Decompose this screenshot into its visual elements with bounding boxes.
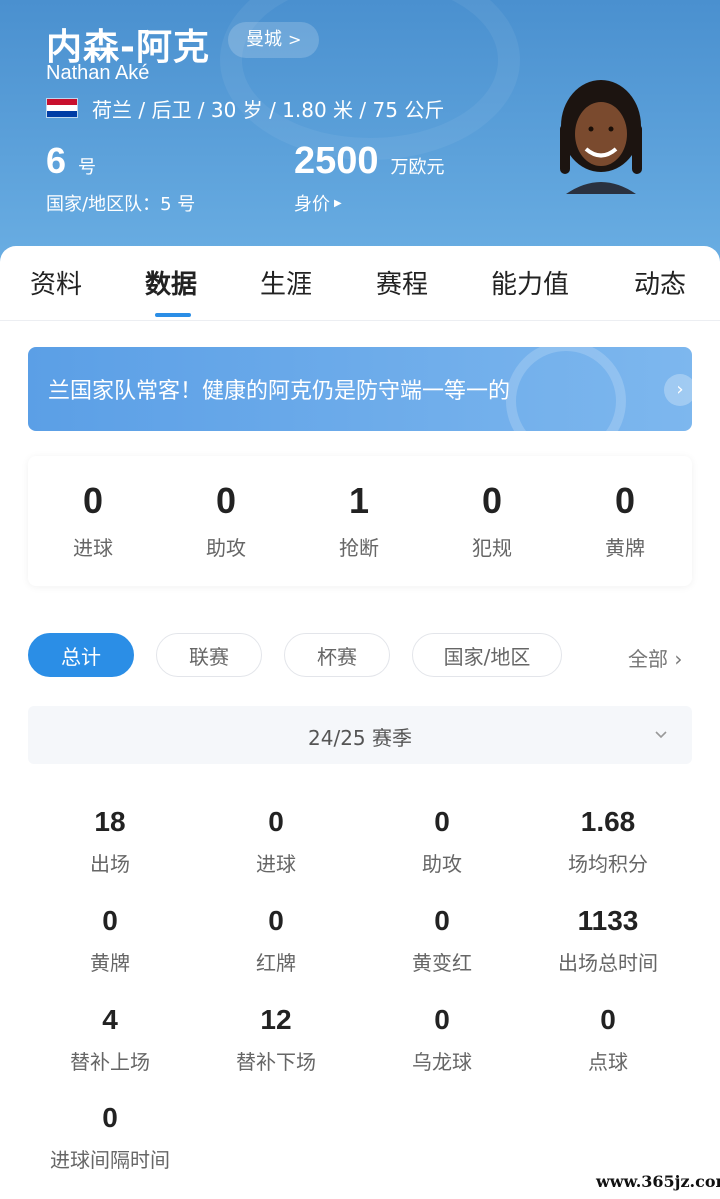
stat-item: 1.68 场均积分 xyxy=(525,806,691,877)
stat-label: 黄牌 xyxy=(90,951,130,975)
player-header: 内森-阿克 曼城 > Nathan Aké 荷兰 / 后卫 / 30 岁 / 1… xyxy=(0,0,720,268)
news-banner[interactable]: 兰国家队常客！健康的阿克仍是防守端一等一的 › xyxy=(28,347,692,431)
summary-item: 0 进球 xyxy=(33,480,153,561)
chevron-right-icon: > xyxy=(288,30,302,49)
summary-value: 0 xyxy=(614,480,636,521)
stat-label: 乌龙球 xyxy=(412,1050,472,1074)
chevron-right-icon[interactable]: › xyxy=(664,374,692,406)
stat-value: 1133 xyxy=(577,905,639,936)
shirt-number-value: 6 xyxy=(46,140,67,181)
stat-item: 0 进球间隔时间 xyxy=(27,1102,193,1173)
summary-value: 0 xyxy=(481,480,503,521)
market-value: 2500 万欧元 xyxy=(294,140,445,183)
summary-item: 0 犯规 xyxy=(432,480,552,561)
stat-value: 12 xyxy=(260,1004,292,1035)
stat-item: 0 点球 xyxy=(525,1004,691,1075)
player-name-english: Nathan Aké xyxy=(46,62,150,84)
stat-label: 进球 xyxy=(256,852,296,876)
stat-item: 0 进球 xyxy=(193,806,359,877)
stat-value: 0 xyxy=(102,1102,118,1133)
stat-label: 助攻 xyxy=(422,852,462,876)
stat-label: 点球 xyxy=(588,1050,628,1074)
filter-all-link[interactable]: 全部 › xyxy=(628,643,682,672)
summary-item: 1 抢断 xyxy=(299,480,419,561)
stat-value: 0 xyxy=(434,1004,450,1035)
stat-item: 12 替补下场 xyxy=(193,1004,359,1075)
filter-total[interactable]: 总计 xyxy=(28,633,134,677)
tab-data[interactable]: 数据 xyxy=(145,264,197,301)
market-value-label: 身价 xyxy=(294,194,330,215)
stat-value: 0 xyxy=(268,806,284,837)
tab-profile[interactable]: 资料 xyxy=(30,264,82,301)
stat-item: 0 红牌 xyxy=(193,905,359,976)
season-selector[interactable]: 24/25 赛季 xyxy=(28,706,692,764)
filter-cup[interactable]: 杯赛 xyxy=(284,633,390,677)
triangle-right-icon: ▶ xyxy=(334,197,342,209)
stat-item: 4 替补上场 xyxy=(27,1004,193,1075)
filter-national[interactable]: 国家/地区 xyxy=(412,633,562,677)
market-value-link[interactable]: 身价 ▶ xyxy=(294,190,342,216)
stat-label: 场均积分 xyxy=(568,852,648,876)
tab-schedule[interactable]: 赛程 xyxy=(376,264,428,301)
summary-label: 助攻 xyxy=(206,536,246,560)
tab-ability[interactable]: 能力值 xyxy=(491,264,569,301)
season-label: 24/25 赛季 xyxy=(308,726,412,750)
tab-news[interactable]: 动态 xyxy=(634,264,686,301)
stat-label: 黄变红 xyxy=(412,951,472,975)
player-avatar xyxy=(560,80,642,194)
site-watermark: www.365jz.com xyxy=(596,1172,720,1191)
stat-value: 4 xyxy=(102,1004,118,1035)
club-name: 曼城 xyxy=(246,29,282,50)
stat-value: 0 xyxy=(434,806,450,837)
chevron-down-icon xyxy=(655,731,667,739)
stat-value: 18 xyxy=(94,806,126,837)
banner-headline: 兰国家队常客！健康的阿克仍是防守端一等一的 xyxy=(48,379,511,404)
summary-label: 黄牌 xyxy=(605,536,645,560)
tab-bar: 资料 数据 生涯 赛程 能力值 动态 xyxy=(0,246,720,318)
netherlands-flag-icon xyxy=(46,98,78,118)
national-team-number: 国家/地区队：5 号 xyxy=(46,194,196,215)
market-value-number: 2500 xyxy=(294,140,379,182)
club-crest-watermark xyxy=(506,347,626,431)
stat-label: 进球间隔时间 xyxy=(50,1148,170,1172)
summary-stats: 0 进球 0 助攻 1 抢断 0 犯规 0 黄牌 xyxy=(28,456,692,586)
summary-value: 0 xyxy=(82,480,104,521)
stat-item: 0 乌龙球 xyxy=(359,1004,525,1075)
stat-label: 红牌 xyxy=(256,951,296,975)
stat-value: 0 xyxy=(102,905,118,936)
stat-label: 出场 xyxy=(90,852,130,876)
stat-label: 替补下场 xyxy=(236,1050,316,1074)
shirt-number-unit: 号 xyxy=(78,157,97,178)
summary-value: 1 xyxy=(348,480,370,521)
tab-career[interactable]: 生涯 xyxy=(260,264,312,301)
stat-label: 替补上场 xyxy=(70,1050,150,1074)
summary-label: 犯规 xyxy=(472,536,512,560)
market-value-unit: 万欧元 xyxy=(390,157,445,178)
summary-item: 0 黄牌 xyxy=(565,480,685,561)
summary-label: 抢断 xyxy=(339,536,379,560)
active-tab-indicator xyxy=(155,313,191,317)
stat-label: 出场总时间 xyxy=(558,951,658,975)
summary-item: 0 助攻 xyxy=(166,480,286,561)
club-link-button[interactable]: 曼城 > xyxy=(228,22,320,58)
filter-league[interactable]: 联赛 xyxy=(156,633,262,677)
stat-value: 0 xyxy=(268,905,284,936)
stat-value: 1.68 xyxy=(580,806,636,837)
stat-item: 0 助攻 xyxy=(359,806,525,877)
summary-value: 0 xyxy=(215,480,237,521)
stat-item: 18 出场 xyxy=(27,806,193,877)
summary-label: 进球 xyxy=(73,536,113,560)
tab-divider xyxy=(0,320,720,321)
stat-item: 0 黄牌 xyxy=(27,905,193,976)
stat-item: 0 黄变红 xyxy=(359,905,525,976)
stat-value: 0 xyxy=(600,1004,616,1035)
stat-value: 0 xyxy=(434,905,450,936)
player-meta: 荷兰 / 后卫 / 30 岁 / 1.80 米 / 75 公斤 xyxy=(92,98,445,122)
shirt-number: 6 号 xyxy=(46,140,96,182)
stat-item: 1133 出场总时间 xyxy=(525,905,691,976)
